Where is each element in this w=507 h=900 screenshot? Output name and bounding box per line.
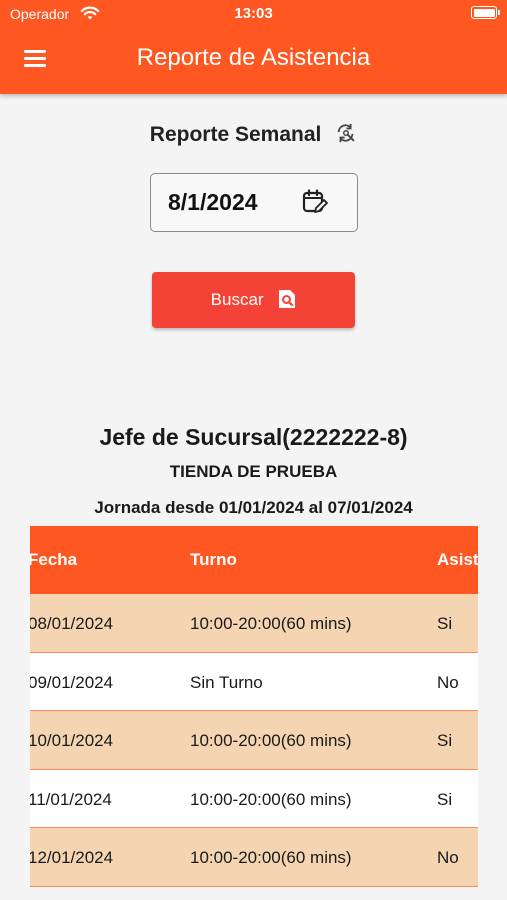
search-button-label: Buscar — [210, 290, 264, 309]
cell-turno: Sin Turno — [190, 672, 263, 692]
column-header-fecha[interactable]: Fecha — [30, 550, 77, 570]
search-document-icon — [279, 290, 296, 308]
cell-asistencia: Si — [437, 789, 453, 809]
cell-fecha: 10/01/2024 — [30, 731, 114, 750]
attendance-table[interactable]: Fecha Turno Asistencia 08/01/2024 10:00-… — [30, 526, 478, 900]
column-header-asistencia[interactable]: Asistencia — [437, 550, 478, 570]
employee-name: Jefe de Sucursal(2222222-8) — [99, 424, 408, 450]
cell-asistencia: Si — [437, 731, 453, 750]
report-heading: Reporte Semanal — [149, 123, 322, 146]
app-header: Operador 13:03 Reporte de Asistencia — [0, 0, 507, 94]
app-title: Reporte de Asistencia — [136, 44, 371, 71]
cell-turno: 10:00-20:00(60 mins) — [190, 848, 352, 867]
cell-fecha: 08/01/2024 — [30, 614, 114, 633]
calendar-edit-icon[interactable] — [301, 188, 329, 216]
cell-asistencia: No — [437, 672, 459, 692]
cell-asistencia: No — [437, 848, 459, 867]
refresh-search-icon[interactable] — [335, 122, 357, 144]
attendance-table-content: Fecha Turno Asistencia 08/01/2024 10:00-… — [30, 526, 478, 887]
column-header-turno[interactable]: Turno — [190, 550, 237, 570]
cell-fecha: 09/01/2024 — [30, 672, 114, 692]
table-row: 10/01/2024 10:00-20:00(60 mins) Si — [30, 711, 478, 770]
battery-icon — [471, 6, 500, 19]
date-range: Jornada desde 01/01/2024 al 07/01/2024 — [94, 498, 413, 517]
cell-asistencia: Si — [437, 614, 453, 633]
date-input[interactable]: 8/1/2024 — [150, 173, 358, 232]
status-bar: Operador 13:03 — [0, 0, 507, 30]
search-button[interactable]: Buscar — [152, 272, 355, 328]
cell-fecha: 11/01/2024 — [30, 789, 112, 809]
report-heading-row: Reporte Semanal — [0, 122, 507, 147]
store-name: TIENDA DE PRUEBA — [169, 462, 338, 481]
table-header: Fecha Turno Asistencia — [30, 526, 478, 594]
table-row: 11/01/2024 10:00-20:00(60 mins) Si — [30, 769, 478, 828]
cell-turno: 10:00-20:00(60 mins) — [190, 614, 352, 633]
table-row: 09/01/2024 Sin Turno No — [30, 652, 478, 711]
date-value: 8/1/2024 — [168, 189, 258, 215]
cell-turno: 10:00-20:00(60 mins) — [190, 789, 352, 809]
table-row: 08/01/2024 10:00-20:00(60 mins) Si — [30, 594, 478, 653]
cell-fecha: 12/01/2024 — [30, 848, 114, 867]
cell-turno: 10:00-20:00(60 mins) — [190, 731, 352, 750]
status-time: 13:03 — [234, 5, 273, 22]
table-row: 12/01/2024 10:00-20:00(60 mins) No — [30, 828, 478, 887]
